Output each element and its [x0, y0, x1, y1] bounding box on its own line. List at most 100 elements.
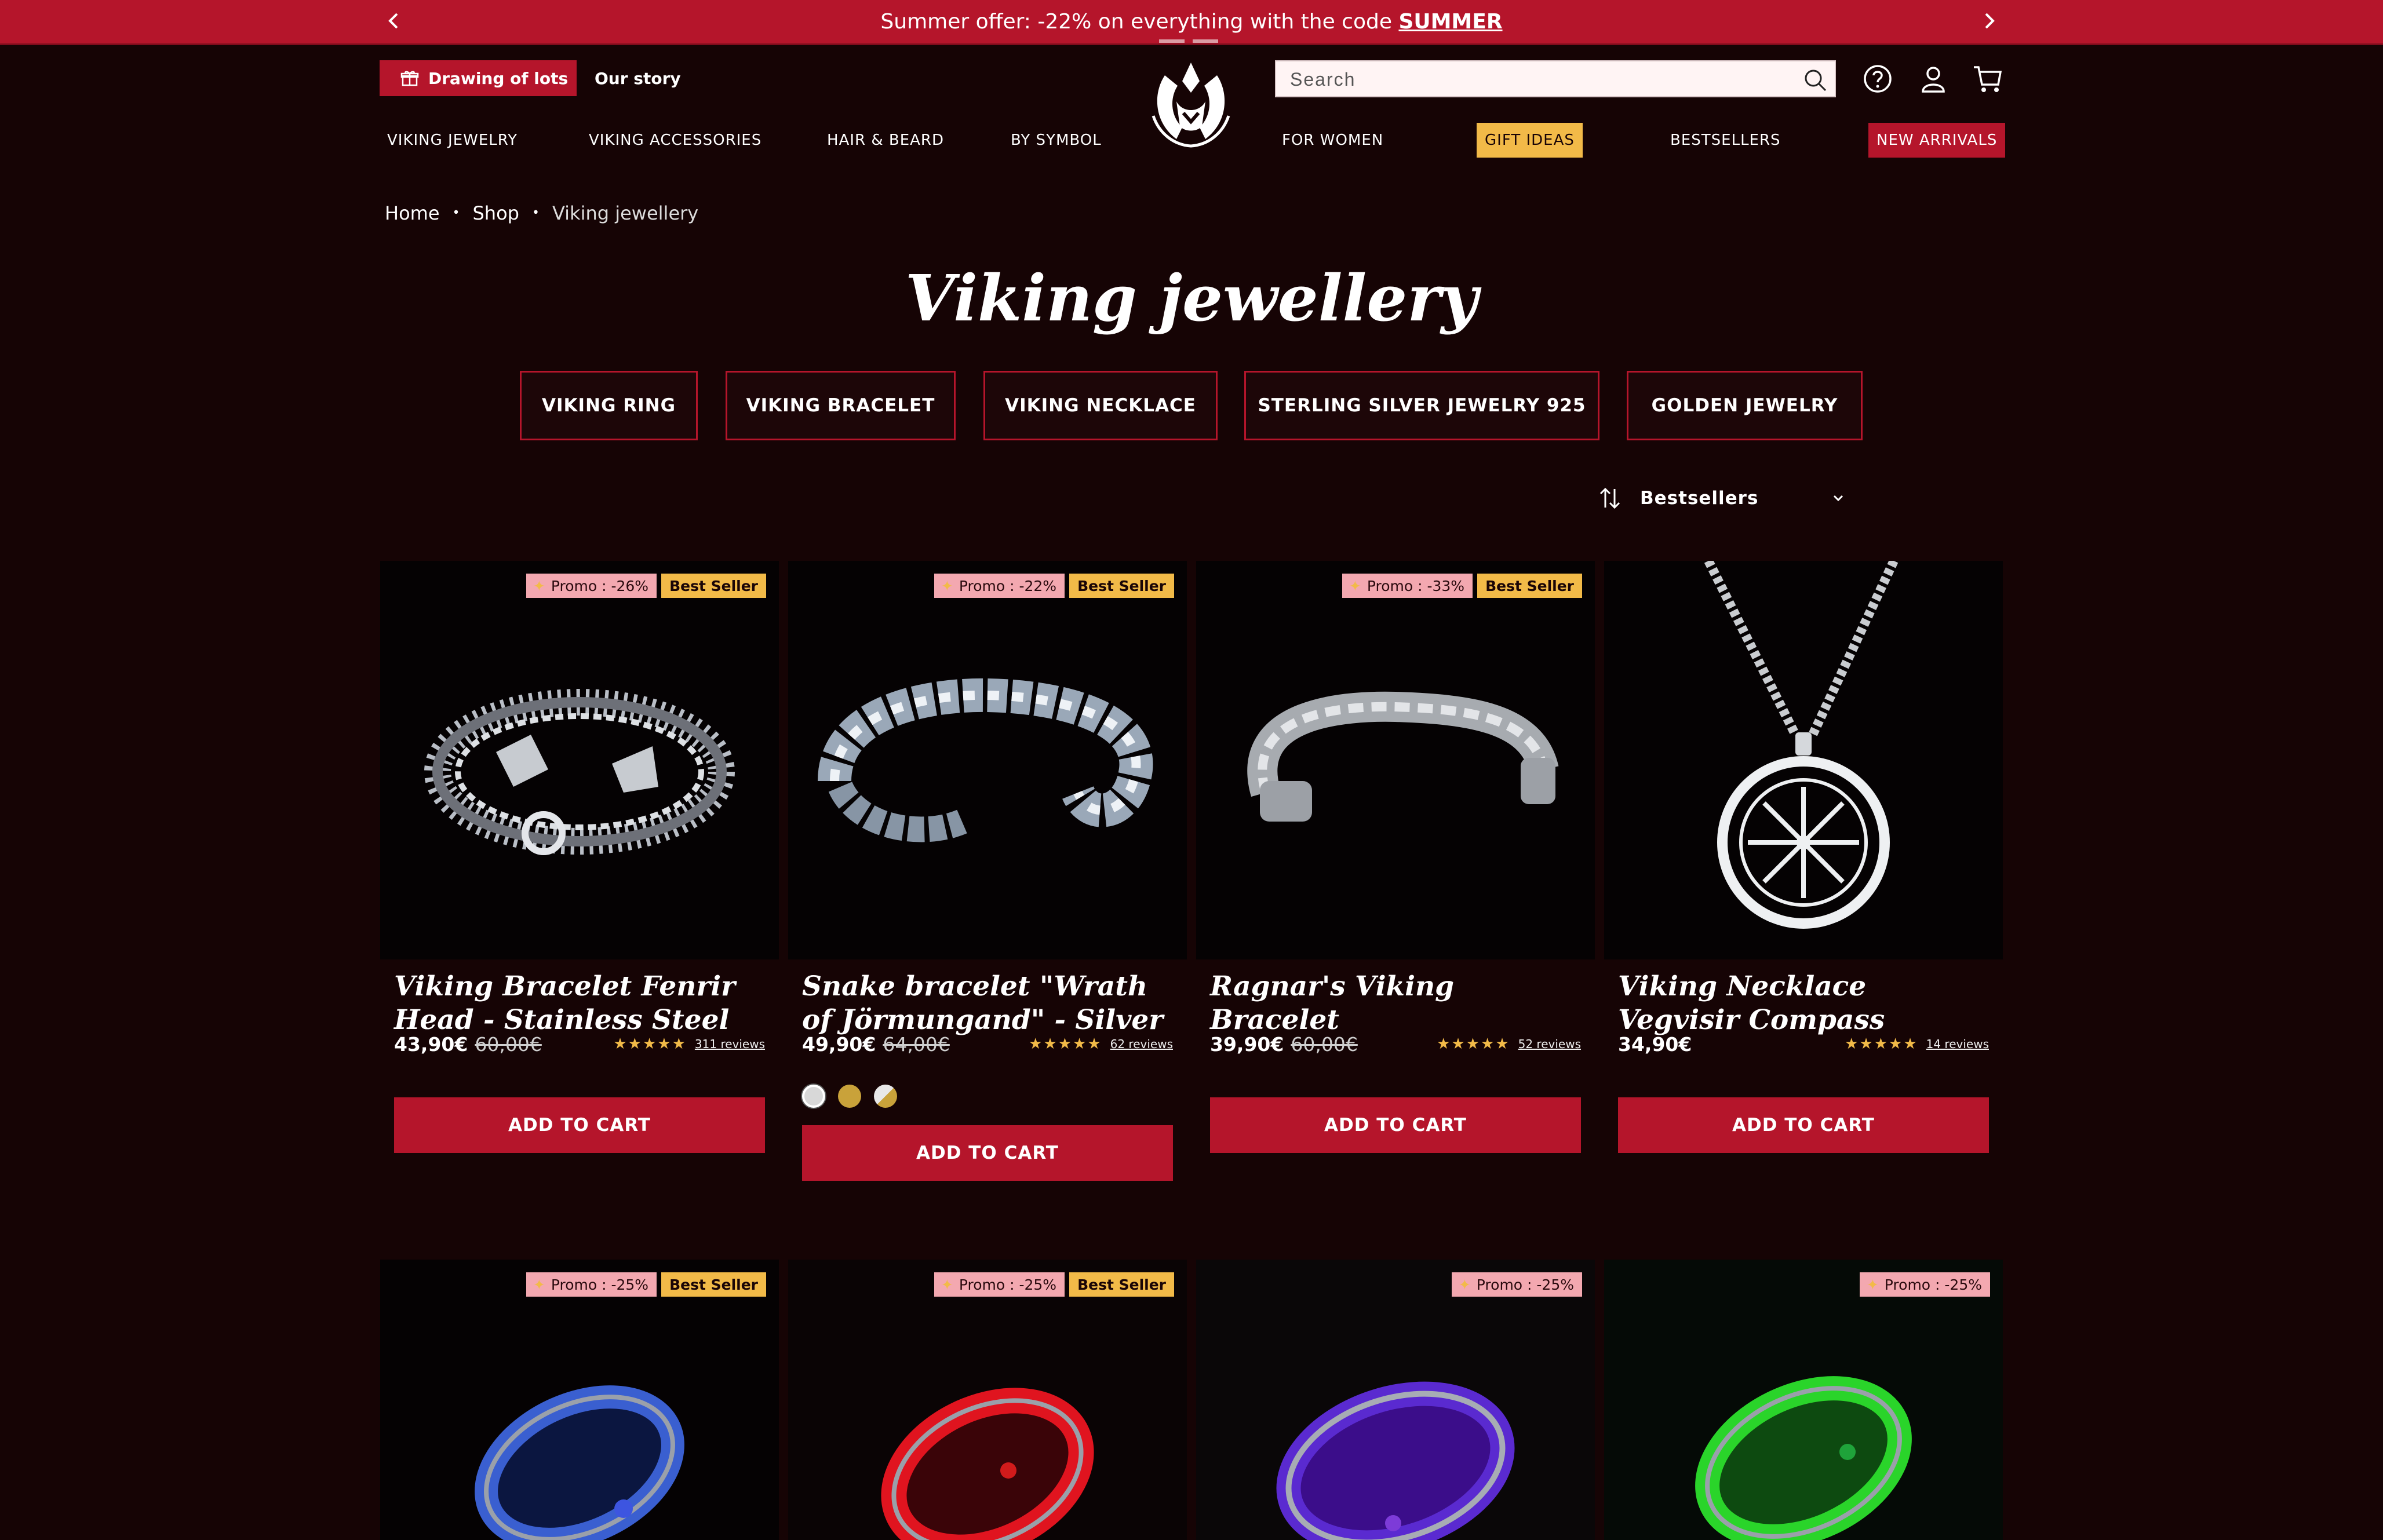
- product-image[interactable]: [1604, 561, 2003, 959]
- nav-viking-jewelry[interactable]: VIKING JEWELRY: [387, 123, 518, 158]
- chevron-right-icon[interactable]: [1976, 8, 2002, 34]
- price-row: 39,90€ 60,00€ ★★★★★ 52 reviews: [1210, 1031, 1581, 1057]
- sparkle-icon: ✦: [533, 1276, 545, 1293]
- drawing-of-lots-button[interactable]: Drawing of lots: [380, 60, 577, 96]
- account-icon[interactable]: [1917, 63, 1950, 95]
- blue-ring-image: [475, 1385, 684, 1540]
- page-title: Viking jewellery: [905, 261, 1478, 335]
- product-image[interactable]: ✦ Promo : -33% Best Seller: [1196, 561, 1595, 959]
- nav-bestsellers[interactable]: BESTSELLERS: [1670, 123, 1781, 158]
- star-rating: ★★★★★: [1437, 1035, 1510, 1053]
- product-old-price: 60,00€: [1291, 1032, 1358, 1056]
- nav-for-women[interactable]: FOR WOMEN: [1282, 123, 1383, 158]
- product-price: 39,90€: [1210, 1032, 1284, 1056]
- product-image[interactable]: ✦ Promo : -22% Best Seller: [788, 561, 1187, 959]
- search-icon[interactable]: [1802, 67, 1828, 93]
- sparkle-icon: ✦: [1458, 1276, 1471, 1293]
- reviews-link[interactable]: 62 reviews: [1110, 1037, 1173, 1051]
- category-golden-jewelry[interactable]: GOLDEN JEWELRY: [1627, 371, 1863, 440]
- best-seller-badge: Best Seller: [1069, 574, 1174, 598]
- promo-code[interactable]: SUMMER: [1398, 10, 1502, 34]
- brand-logo[interactable]: [1142, 58, 1240, 151]
- product-title[interactable]: Viking Bracelet Fenrir Head - Stainless …: [394, 970, 765, 1037]
- sort-dropdown[interactable]: Bestsellers: [1597, 486, 1845, 511]
- product-rating: ★★★★★ 14 reviews: [1845, 1035, 1989, 1053]
- product-image[interactable]: ✦ Promo : -26% Best Seller: [380, 561, 779, 959]
- green-ring-image: [1695, 1376, 1912, 1540]
- nav-gift-ideas[interactable]: GIFT IDEAS: [1477, 123, 1583, 158]
- add-to-cart-button[interactable]: ADD TO CART: [802, 1125, 1173, 1181]
- product-badges: ✦ Promo : -25%: [1451, 1272, 1582, 1297]
- our-story-link[interactable]: Our story: [595, 67, 681, 90]
- breadcrumb-separator: •: [531, 206, 540, 220]
- promo-badge: ✦ Promo : -22%: [934, 574, 1065, 598]
- product-badges: ✦ Promo : -25% Best Seller: [934, 1272, 1174, 1297]
- product-title[interactable]: Ragnar's Viking Bracelet: [1210, 970, 1581, 1037]
- add-to-cart-button[interactable]: ADD TO CART: [1618, 1097, 1989, 1153]
- gift-icon: [400, 71, 419, 86]
- category-sterling-silver[interactable]: STERLING SILVER JEWELRY 925: [1244, 371, 1599, 440]
- red-ring-image: [881, 1388, 1094, 1540]
- promo-badge-text: Promo : -22%: [959, 577, 1057, 594]
- swatch-gold[interactable]: [838, 1085, 861, 1108]
- category-viking-necklace[interactable]: VIKING NECKLACE: [983, 371, 1218, 440]
- promo-badge-text: Promo : -25%: [551, 1276, 649, 1293]
- best-seller-badge: Best Seller: [1477, 574, 1582, 598]
- price-row: 34,90€ ★★★★★ 14 reviews: [1618, 1031, 1989, 1057]
- best-seller-badge: Best Seller: [661, 574, 766, 598]
- price-row: 43,90€ 60,00€ ★★★★★ 311 reviews: [394, 1031, 765, 1057]
- help-icon[interactable]: [1861, 63, 1894, 95]
- carousel-dots[interactable]: [1159, 39, 1218, 43]
- breadcrumb-shop[interactable]: Shop: [472, 200, 519, 226]
- reviews-link[interactable]: 14 reviews: [1926, 1037, 1989, 1051]
- reviews-link[interactable]: 311 reviews: [695, 1037, 765, 1051]
- product-badges: ✦ Promo : -26% Best Seller: [526, 574, 766, 598]
- product-image[interactable]: ✦ Promo : -25%: [1196, 1260, 1595, 1540]
- breadcrumb: Home • Shop • Viking jewellery: [385, 200, 698, 226]
- announcement-bar: Summer offer: -22% on everything with th…: [0, 0, 2383, 45]
- promo-badge: ✦ Promo : -25%: [1451, 1272, 1582, 1297]
- product-image[interactable]: ✦ Promo : -25%: [1604, 1260, 2003, 1540]
- promo-badge-text: Promo : -25%: [959, 1276, 1057, 1293]
- product-old-price: 64,00€: [883, 1032, 950, 1056]
- product-old-price: 60,00€: [475, 1032, 542, 1056]
- product-title[interactable]: Viking Necklace Vegvisir Compass: [1618, 970, 1989, 1037]
- promo-badge: ✦ Promo : -26%: [526, 574, 657, 598]
- color-swatches: [802, 1085, 897, 1108]
- nav-by-symbol[interactable]: BY SYMBOL: [1011, 123, 1102, 158]
- star-rating: ★★★★★: [1029, 1035, 1102, 1053]
- search-input[interactable]: [1289, 67, 1790, 92]
- nav-hair-beard[interactable]: HAIR & BEARD: [827, 123, 944, 158]
- product-image[interactable]: ✦ Promo : -25% Best Seller: [788, 1260, 1187, 1540]
- product-badges: ✦ Promo : -33% Best Seller: [1342, 574, 1582, 598]
- promo-badge: ✦ Promo : -33%: [1342, 574, 1473, 598]
- promo-badge-text: Promo : -25%: [1476, 1276, 1574, 1293]
- reviews-link[interactable]: 52 reviews: [1518, 1037, 1581, 1051]
- cart-icon[interactable]: [1972, 63, 2004, 95]
- breadcrumb-home[interactable]: Home: [385, 200, 440, 226]
- fenrir-bracelet-image: [424, 689, 735, 855]
- swatch-silver[interactable]: [802, 1085, 825, 1108]
- nav-viking-accessories[interactable]: VIKING ACCESSORIES: [589, 123, 761, 158]
- sparkle-icon: ✦: [1349, 577, 1361, 594]
- add-to-cart-button[interactable]: ADD TO CART: [1210, 1097, 1581, 1153]
- sparkle-icon: ✦: [533, 577, 545, 594]
- product-price: 43,90€: [394, 1032, 468, 1056]
- nav-new-arrivals[interactable]: NEW ARRIVALS: [1868, 123, 2006, 158]
- add-to-cart-button[interactable]: ADD TO CART: [394, 1097, 765, 1153]
- product-title[interactable]: Snake bracelet "Wrath of Jörmungand" - S…: [802, 970, 1173, 1037]
- promo-badge-text: Promo : -26%: [551, 577, 649, 594]
- product-rating: ★★★★★ 52 reviews: [1437, 1035, 1581, 1053]
- swatch-silver-gold[interactable]: [874, 1085, 897, 1108]
- sort-label: Bestsellers: [1640, 488, 1759, 509]
- drawing-of-lots-label: Drawing of lots: [428, 68, 569, 88]
- promo-badge-text: Promo : -33%: [1367, 577, 1465, 594]
- star-rating: ★★★★★: [1845, 1035, 1918, 1053]
- category-viking-ring[interactable]: VIKING RING: [520, 371, 698, 440]
- search-bar[interactable]: [1275, 60, 1836, 97]
- price-row: 49,90€ 64,00€ ★★★★★ 62 reviews: [802, 1031, 1173, 1057]
- vegvisir-necklace-image: [1704, 561, 1899, 929]
- product-image[interactable]: ✦ Promo : -25% Best Seller: [380, 1260, 779, 1540]
- category-viking-bracelet[interactable]: VIKING BRACELET: [726, 371, 956, 440]
- product-price: 49,90€: [802, 1032, 876, 1056]
